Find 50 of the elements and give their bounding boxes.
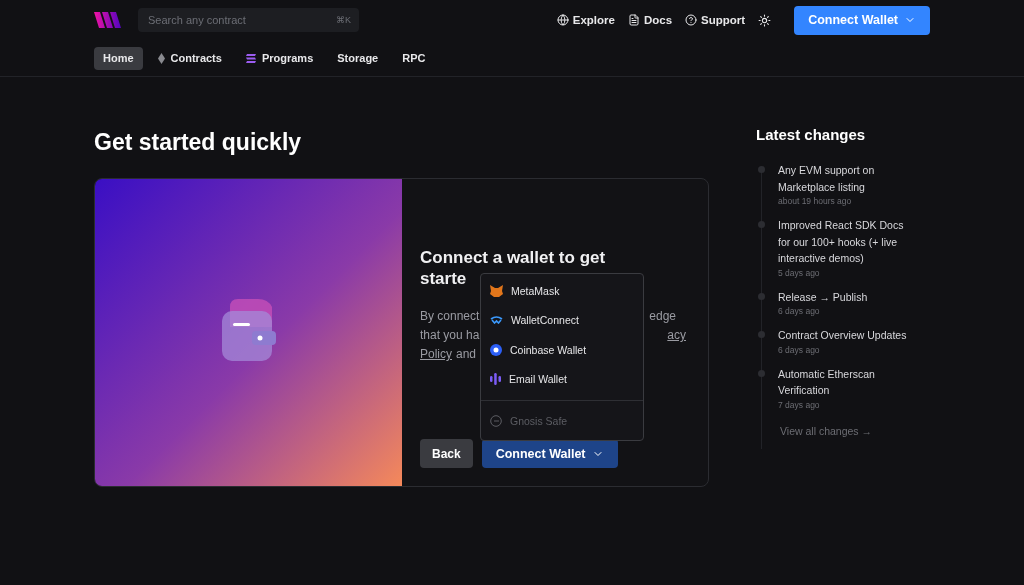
- coin-icon: [490, 343, 502, 356]
- nav-tab[interactable]: Contracts: [148, 46, 231, 70]
- connect-wallet-button[interactable]: Connect Wallet: [481, 439, 618, 468]
- change-time: 6 days ago: [778, 306, 821, 316]
- change-title: Any EVM support on Marketplace listing: [778, 163, 876, 195]
- wallet-option[interactable]: MetaMask: [481, 276, 643, 306]
- theme-toggle-icon[interactable]: [758, 13, 772, 27]
- description-text: and: [456, 346, 477, 363]
- fox-icon: [490, 284, 503, 297]
- card-heading: Connect a wallet to get: [420, 247, 607, 268]
- change-title: Release → Publish: [778, 289, 869, 305]
- back-button[interactable]: Back: [420, 439, 473, 468]
- change-time: about 19 hours ago: [778, 196, 853, 206]
- wallet-option[interactable]: Coinbase Wallet: [481, 335, 643, 365]
- change-title: Contract Overview Updates: [778, 328, 908, 343]
- help-icon: [685, 14, 698, 26]
- bars-icon: [490, 373, 501, 386]
- view-all-link[interactable]: View all changes →: [780, 424, 873, 437]
- privacy-link[interactable]: Policy: [420, 345, 452, 364]
- page-title: Get started quickly: [94, 129, 303, 156]
- description-text: that you ha: [420, 327, 480, 344]
- nav-tab[interactable]: Storage: [328, 46, 388, 70]
- change-time: 6 days ago: [778, 344, 821, 355]
- change-title: Automatic Etherscan Verification: [778, 366, 876, 398]
- diamond-icon: [157, 52, 165, 64]
- search-input[interactable]: Search any contract: [146, 13, 336, 27]
- safe-icon: [490, 414, 502, 427]
- logo-icon[interactable]: [94, 10, 124, 30]
- wallet-option[interactable]: Email Wallet: [481, 364, 643, 394]
- description-text: By connect: [420, 308, 480, 325]
- change-time: 7 days ago: [778, 399, 821, 410]
- stack-icon: [245, 53, 256, 63]
- wave-icon: [490, 316, 503, 325]
- wallet-option[interactable]: WalletConnect: [481, 305, 643, 335]
- globe-icon: [556, 14, 569, 26]
- connect-wallet-button[interactable]: Connect Wallet: [794, 5, 930, 35]
- change-time: 5 days ago: [778, 267, 821, 278]
- shortcut-hint: ⌘K: [336, 15, 351, 25]
- section-title: Latest changes: [756, 126, 867, 143]
- description-text: edge: [649, 308, 676, 325]
- document-icon: [627, 14, 640, 26]
- nav-tab[interactable]: Programs: [236, 46, 323, 70]
- header-link[interactable]: Explore: [556, 14, 615, 26]
- nav-tab[interactable]: RPC: [393, 46, 435, 70]
- privacy-link[interactable]: acy: [667, 326, 686, 345]
- nav-tab[interactable]: Home: [94, 46, 143, 70]
- header-link[interactable]: Support: [685, 14, 746, 26]
- change-title: Improved React SDK Docs for our 100+ hooks (+ live interactive demos): [778, 218, 905, 266]
- card-heading: starte: [420, 268, 468, 289]
- header-link[interactable]: Docs: [627, 14, 673, 26]
